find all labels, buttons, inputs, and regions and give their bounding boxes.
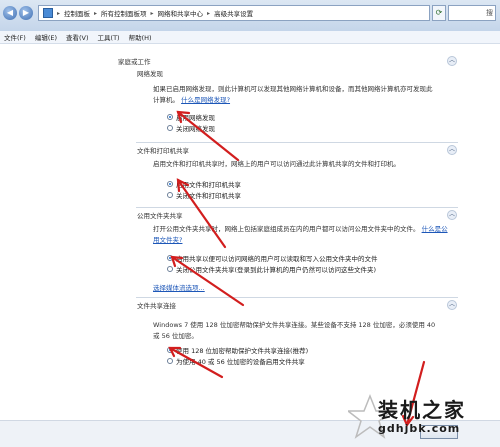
watermark-url: gdhjbk.com	[378, 422, 461, 435]
encrypt128-radio[interactable]	[167, 347, 173, 353]
search-input[interactable]: 搜	[448, 5, 496, 21]
menu-help[interactable]: 帮助(H)	[129, 32, 152, 42]
public-title: 公用文件夹共享	[137, 212, 183, 220]
printer-off-label: 关闭文件和打印机共享	[176, 192, 241, 200]
printer-on-option[interactable]: 启用文件和打印机共享	[167, 179, 241, 189]
printer-title: 文件和打印机共享	[137, 147, 189, 155]
discovery-on-label: 启用网络发现	[176, 114, 215, 122]
discovery-on-option[interactable]: 启用网络发现	[167, 112, 215, 122]
control-panel-icon	[43, 8, 53, 18]
crumb-advanced-sharing[interactable]: 高级共享设置	[214, 8, 253, 18]
crumb-control-panel[interactable]: 控制面板	[64, 8, 90, 18]
connection-desc: Windows 7 使用 128 位加密帮助保护文件共享连接。某些设备不支持 1…	[153, 320, 449, 342]
encrypt40-label: 为使用 40 或 56 位加密的设备启用文件共享	[176, 358, 305, 366]
encrypt128-label: 使用 128 位加密帮助保护文件共享连接(推荐)	[176, 347, 309, 355]
divider-2	[136, 207, 458, 208]
printer-off-radio[interactable]	[167, 192, 173, 198]
printer-on-radio[interactable]	[167, 181, 173, 187]
crumb-all-items[interactable]: 所有控制面板项	[101, 8, 147, 18]
profile-title: 家庭或工作	[118, 58, 151, 66]
collapse-public-icon[interactable]: ︿	[447, 210, 457, 220]
public-on-radio[interactable]	[167, 255, 173, 261]
public-off-label: 关闭公用文件夹共享(登录到此计算机的用户仍然可以访问这些文件夹)	[176, 266, 377, 274]
discovery-desc-line1: 如果已启用网络发现，则此计算机可以发现其他网络计算机和设备，而其他网络计算机亦可…	[153, 85, 433, 93]
menu-bar: 文件(F) 编辑(E) 查看(V) 工具(T) 帮助(H)	[0, 31, 500, 44]
crumb-network-center[interactable]: 网络和共享中心	[158, 8, 204, 18]
discovery-off-radio[interactable]	[167, 125, 173, 131]
connection-desc-line1: Windows 7 使用 128 位加密帮助保护文件共享连接。某些设备不支持 1…	[153, 321, 436, 329]
divider-1	[136, 142, 458, 143]
menu-view[interactable]: 查看(V)	[66, 32, 89, 42]
search-hint: 搜	[486, 9, 493, 17]
collapse-connection-icon[interactable]: ︿	[447, 300, 457, 310]
menu-edit[interactable]: 编辑(E)	[35, 32, 57, 42]
discovery-off-label: 关闭网络发现	[176, 125, 215, 133]
encrypt40-radio[interactable]	[167, 358, 173, 364]
public-off-option[interactable]: 关闭公用文件夹共享(登录到此计算机的用户仍然可以访问这些文件夹)	[167, 264, 376, 274]
encrypt128-option[interactable]: 使用 128 位加密帮助保护文件共享连接(推荐)	[167, 345, 308, 355]
public-on-option[interactable]: 启用共享以便可以访问网络的用户可以读取和写入公用文件夹中的文件	[167, 253, 378, 263]
encrypt40-option[interactable]: 为使用 40 或 56 位加密的设备启用文件共享	[167, 356, 305, 366]
back-icon[interactable]: ◀	[3, 6, 17, 20]
public-on-label: 启用共享以便可以访问网络的用户可以读取和写入公用文件夹中的文件	[176, 255, 378, 263]
discovery-desc-line2: 计算机。	[153, 96, 179, 104]
watermark-title: 装机之家	[378, 398, 466, 422]
address-bar: ◀ ▶ ▸ 控制面板 ▸ 所有控制面板项 ▸ 网络和共享中心 ▸ 高级共享设置 …	[0, 0, 500, 32]
printer-off-option[interactable]: 关闭文件和打印机共享	[167, 190, 241, 200]
printer-on-label: 启用文件和打印机共享	[176, 181, 241, 189]
connection-desc-line2: 或 56 位加密。	[153, 332, 198, 340]
public-desc-text: 打开公用文件夹共享时，网络上包括家庭组成员在内的用户都可以访问公用文件夹中的文件…	[153, 225, 420, 233]
refresh-icon[interactable]: ⟳	[432, 5, 446, 21]
connection-title: 文件共享连接	[137, 302, 176, 310]
menu-tools[interactable]: 工具(T)	[98, 32, 120, 42]
collapse-profile-icon[interactable]: ︿	[447, 56, 457, 66]
forward-icon[interactable]: ▶	[19, 6, 33, 20]
discovery-help-link[interactable]: 什么是网络发现?	[181, 96, 230, 104]
divider-3	[136, 297, 458, 298]
discovery-desc: 如果已启用网络发现，则此计算机可以发现其他网络计算机和设备，而其他网络计算机亦可…	[153, 84, 449, 106]
public-desc: 打开公用文件夹共享时，网络上包括家庭组成员在内的用户都可以访问公用文件夹中的文件…	[153, 224, 449, 246]
discovery-off-option[interactable]: 关闭网络发现	[167, 123, 215, 133]
discovery-on-radio[interactable]	[167, 114, 173, 120]
media-stream-link[interactable]: 选择媒体流选项...	[153, 282, 205, 292]
settings-content: 家庭或工作 ︿ 网络发现 如果已启用网络发现，则此计算机可以发现其他网络计算机和…	[0, 44, 500, 420]
address-box[interactable]: ▸ 控制面板 ▸ 所有控制面板项 ▸ 网络和共享中心 ▸ 高级共享设置	[38, 5, 430, 21]
printer-desc: 启用文件和打印机共享时，网络上的用户可以访问通过此计算机共享的文件和打印机。	[153, 160, 400, 168]
public-off-radio[interactable]	[167, 266, 173, 272]
menu-file[interactable]: 文件(F)	[4, 32, 26, 42]
discovery-title: 网络发现	[137, 70, 163, 78]
collapse-printer-icon[interactable]: ︿	[447, 145, 457, 155]
